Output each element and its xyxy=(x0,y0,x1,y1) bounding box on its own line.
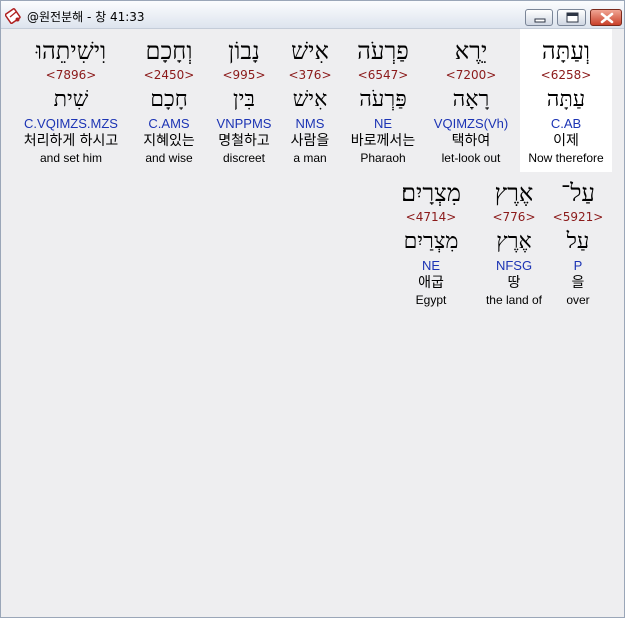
english-gloss: Now therefore xyxy=(528,151,604,165)
word-10[interactable]: מִצְרָיִם׃ <4714> מִצְרַיִם NE 애굽 Egypt xyxy=(381,177,481,308)
hebrew-word: וְחָכָם xyxy=(145,37,193,65)
strong-number[interactable]: <7896> xyxy=(21,67,121,83)
maximize-button[interactable] xyxy=(557,9,586,26)
close-button[interactable] xyxy=(590,9,622,26)
lemma: עַתָּה xyxy=(546,87,586,112)
minimize-button[interactable] xyxy=(525,9,553,26)
korean-gloss: 택하여 xyxy=(451,133,491,149)
hebrew-word: וְעַתָּה xyxy=(541,37,591,65)
lemma: מִצְרַיִם xyxy=(403,229,459,254)
english-gloss: and wise xyxy=(145,151,193,165)
strong-number[interactable]: <2450> xyxy=(119,67,219,83)
parsing-code: C.AMS xyxy=(148,116,190,131)
parsing-code: NE xyxy=(421,258,441,273)
english-gloss: let-look out xyxy=(441,151,501,165)
bible-book-icon[interactable] xyxy=(4,7,22,25)
strong-number[interactable]: <7200> xyxy=(421,67,521,83)
hebrew-word: יֵרֶא xyxy=(454,37,488,65)
maximize-icon xyxy=(566,12,579,23)
window-title: @원전분해 - 창 41:33 xyxy=(27,10,145,24)
close-icon xyxy=(600,12,614,24)
hebrew-word: וִישִׁיתֵהוּ xyxy=(35,37,107,65)
parsing-code: VQIMZS(Vh) xyxy=(433,116,509,131)
minimize-icon xyxy=(534,18,546,23)
strong-number[interactable]: <6258> xyxy=(516,67,616,83)
word-7[interactable]: וִישִׁיתֵהוּ <7896> שִׁית C.VQIMZS.MZS 처… xyxy=(21,35,121,166)
interlinear-view: וְעַתָּה <6258> עַתָּה C.AB 이제 Now there… xyxy=(5,29,622,613)
hebrew-word: מִצְרָיִם׃ xyxy=(401,179,461,207)
korean-gloss: 애굽 xyxy=(418,275,444,291)
title-bar[interactable]: @원전분해 - 창 41:33 xyxy=(1,1,624,29)
english-gloss: Egypt xyxy=(415,293,447,307)
app-window: @원전분해 - 창 41:33 וְעַתָּה <6258> עַתָּה C… xyxy=(0,0,625,618)
korean-gloss: 이제 xyxy=(553,133,579,149)
lemma: שִׁית xyxy=(53,87,89,112)
parsing-code: C.AB xyxy=(550,116,582,131)
word-1[interactable]: וְעַתָּה <6258> עַתָּה C.AB 이제 Now there… xyxy=(516,35,616,166)
korean-gloss: 처리하게 하시고 xyxy=(23,133,119,149)
korean-gloss: 지혜있는 xyxy=(143,133,195,149)
word-6[interactable]: וְחָכָם <2450> חָכָם C.AMS 지혜있는 and wise xyxy=(119,35,219,166)
lemma: חָכָם xyxy=(150,87,188,112)
english-gloss: and set him xyxy=(39,151,103,165)
word-2[interactable]: יֵרֶא <7200> רָאָה VQIMZS(Vh) 택하여 let-lo… xyxy=(421,35,521,166)
lemma: רָאָה xyxy=(452,87,490,112)
parsing-code: C.VQIMZS.MZS xyxy=(24,116,118,131)
strong-number[interactable]: <4714> xyxy=(381,209,481,225)
